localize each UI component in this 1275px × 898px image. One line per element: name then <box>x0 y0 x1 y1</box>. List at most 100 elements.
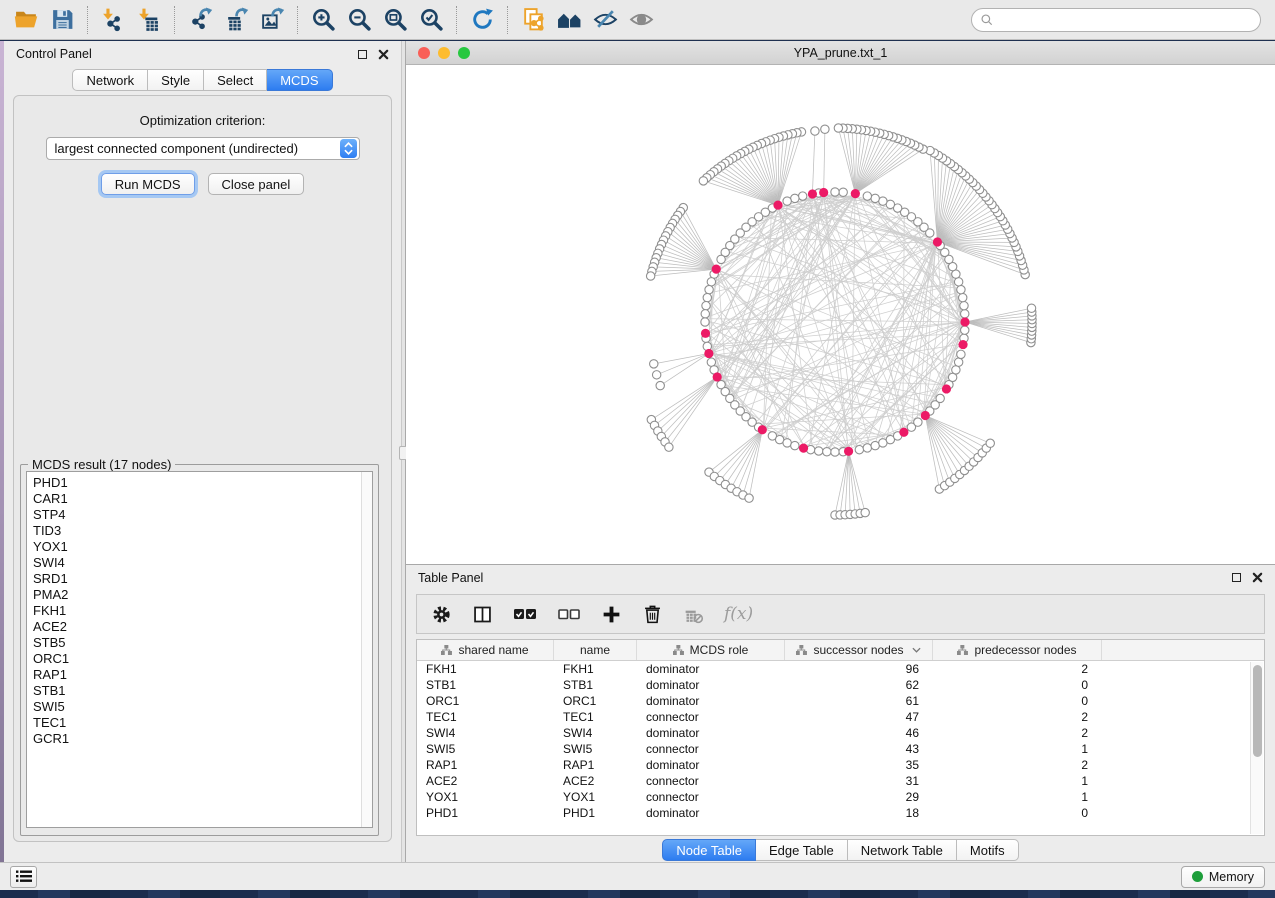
select-all-icon <box>513 602 537 626</box>
cell-successor-nodes: 61 <box>785 694 933 708</box>
mcds-result-item[interactable]: SWI5 <box>27 699 372 715</box>
tab-node-table[interactable]: Node Table <box>662 839 756 861</box>
cell-successor-nodes: 46 <box>785 726 933 740</box>
delete-table-button[interactable] <box>683 599 704 629</box>
table-row[interactable]: SWI4SWI4dominator462 <box>417 725 1250 741</box>
mcds-result-list[interactable]: PHD1CAR1STP4TID3YOX1SWI4SRD1PMA2FKH1ACE2… <box>26 471 373 828</box>
gear-button[interactable] <box>431 599 452 629</box>
mcds-result-item[interactable]: SRD1 <box>27 571 372 587</box>
sort-descending-icon <box>912 647 921 653</box>
close-table-panel-icon[interactable] <box>1252 572 1263 583</box>
network-overview-button[interactable] <box>515 4 551 36</box>
mcds-result-item[interactable]: FKH1 <box>27 603 372 619</box>
optimization-criterion-select[interactable]: largest connected component (undirected) <box>46 137 360 160</box>
table-row[interactable]: PHD1PHD1dominator180 <box>417 805 1250 821</box>
tab-edge-table[interactable]: Edge Table <box>756 839 848 861</box>
export-image-button[interactable] <box>254 4 290 36</box>
float-panel-icon[interactable] <box>358 50 367 59</box>
network-window-title: YPA_prune.txt_1 <box>406 46 1275 60</box>
select-all-button[interactable] <box>513 599 537 629</box>
tab-select[interactable]: Select <box>204 69 267 91</box>
column-header-shared-name[interactable]: shared name <box>417 640 554 660</box>
mcds-result-item[interactable]: STP4 <box>27 507 372 523</box>
zoom-fit-button[interactable] <box>377 4 413 36</box>
open-file-button[interactable] <box>8 4 44 36</box>
delete-column-button[interactable] <box>642 599 663 629</box>
mcds-result-item[interactable]: STB5 <box>27 635 372 651</box>
result-list-scrollbar[interactable] <box>361 472 372 827</box>
control-panel-title: Control Panel <box>16 47 92 61</box>
column-header-predecessor-nodes[interactable]: predecessor nodes <box>933 640 1102 660</box>
zoom-out-button[interactable] <box>341 4 377 36</box>
column-header-name[interactable]: name <box>554 640 637 660</box>
add-column-icon <box>601 604 622 625</box>
node-table[interactable]: shared namenameMCDS rolesuccessor nodesp… <box>416 639 1265 836</box>
mcds-result-item[interactable]: ACE2 <box>27 619 372 635</box>
mcds-result-item[interactable]: YOX1 <box>27 539 372 555</box>
cell-MCDS-role: dominator <box>637 678 785 692</box>
zoom-in-button[interactable] <box>305 4 341 36</box>
table-row[interactable]: TEC1TEC1connector472 <box>417 709 1250 725</box>
add-column-button[interactable] <box>601 599 622 629</box>
mcds-result-item[interactable]: STB1 <box>27 683 372 699</box>
mcds-result-item[interactable]: SWI4 <box>27 555 372 571</box>
mcds-result-item[interactable]: RAP1 <box>27 667 372 683</box>
import-table-button[interactable] <box>131 4 167 36</box>
column-layout-button[interactable] <box>472 599 493 629</box>
import-network-button[interactable] <box>95 4 131 36</box>
status-menu-button[interactable] <box>10 866 37 888</box>
search-input[interactable] <box>994 11 1260 29</box>
table-row[interactable]: YOX1YOX1connector291 <box>417 789 1250 805</box>
layout-refresh-button[interactable] <box>464 4 500 36</box>
mcds-result-item[interactable]: CAR1 <box>27 491 372 507</box>
mcds-result-item[interactable]: GCR1 <box>27 731 372 747</box>
run-mcds-button[interactable]: Run MCDS <box>101 173 195 195</box>
mcds-result-item[interactable]: TID3 <box>27 523 372 539</box>
mcds-result-item[interactable]: PMA2 <box>27 587 372 603</box>
network-graph[interactable] <box>406 65 1275 564</box>
home-networks-button[interactable] <box>551 4 587 36</box>
table-row[interactable]: ACE2ACE2connector311 <box>417 773 1250 789</box>
table-scrollbar[interactable] <box>1250 662 1263 834</box>
tab-motifs[interactable]: Motifs <box>957 839 1019 861</box>
export-network-button[interactable] <box>182 4 218 36</box>
column-header-MCDS-role[interactable]: MCDS role <box>637 640 785 660</box>
table-row[interactable]: FKH1FKH1dominator962 <box>417 661 1250 677</box>
zoom-out-icon <box>347 7 372 32</box>
import-network-icon <box>101 7 126 32</box>
search-box[interactable] <box>971 8 1261 32</box>
status-bar: Memory <box>0 862 1275 890</box>
zoom-selected-button[interactable] <box>413 4 449 36</box>
mcds-result-item[interactable]: TEC1 <box>27 715 372 731</box>
graphics-details-button[interactable] <box>587 4 623 36</box>
tab-style[interactable]: Style <box>148 69 204 91</box>
cell-name: SWI4 <box>554 726 637 740</box>
cell-predecessor-nodes: 2 <box>933 662 1102 676</box>
network-window-titlebar[interactable]: YPA_prune.txt_1 <box>406 41 1275 65</box>
cell-predecessor-nodes: 0 <box>933 694 1102 708</box>
birds-eye-view-button[interactable] <box>623 4 659 36</box>
cell-MCDS-role: dominator <box>637 758 785 772</box>
cell-shared-name: RAP1 <box>417 758 554 772</box>
tab-mcds[interactable]: MCDS <box>267 69 332 91</box>
memory-button[interactable]: Memory <box>1181 866 1265 888</box>
deselect-all-button[interactable] <box>557 599 581 629</box>
float-table-panel-icon[interactable] <box>1232 573 1241 582</box>
tab-network-table[interactable]: Network Table <box>848 839 957 861</box>
table-row[interactable]: ORC1ORC1dominator610 <box>417 693 1250 709</box>
tree-header-icon <box>673 645 684 655</box>
export-table-button[interactable] <box>218 4 254 36</box>
mcds-result-item[interactable]: ORC1 <box>27 651 372 667</box>
tab-network[interactable]: Network <box>72 69 148 91</box>
close-panel-button[interactable]: Close panel <box>208 173 305 195</box>
function-builder-icon[interactable]: f(x) <box>724 604 753 624</box>
network-canvas[interactable] <box>406 65 1275 564</box>
table-row[interactable]: RAP1RAP1dominator352 <box>417 757 1250 773</box>
table-row[interactable]: SWI5SWI5connector431 <box>417 741 1250 757</box>
table-row[interactable]: STB1STB1dominator620 <box>417 677 1250 693</box>
column-header-successor-nodes[interactable]: successor nodes <box>785 640 933 660</box>
close-panel-icon[interactable] <box>378 49 389 60</box>
mcds-result-item[interactable]: PHD1 <box>27 475 372 491</box>
save-session-button[interactable] <box>44 4 80 36</box>
table-scrollbar-thumb[interactable] <box>1253 665 1262 757</box>
